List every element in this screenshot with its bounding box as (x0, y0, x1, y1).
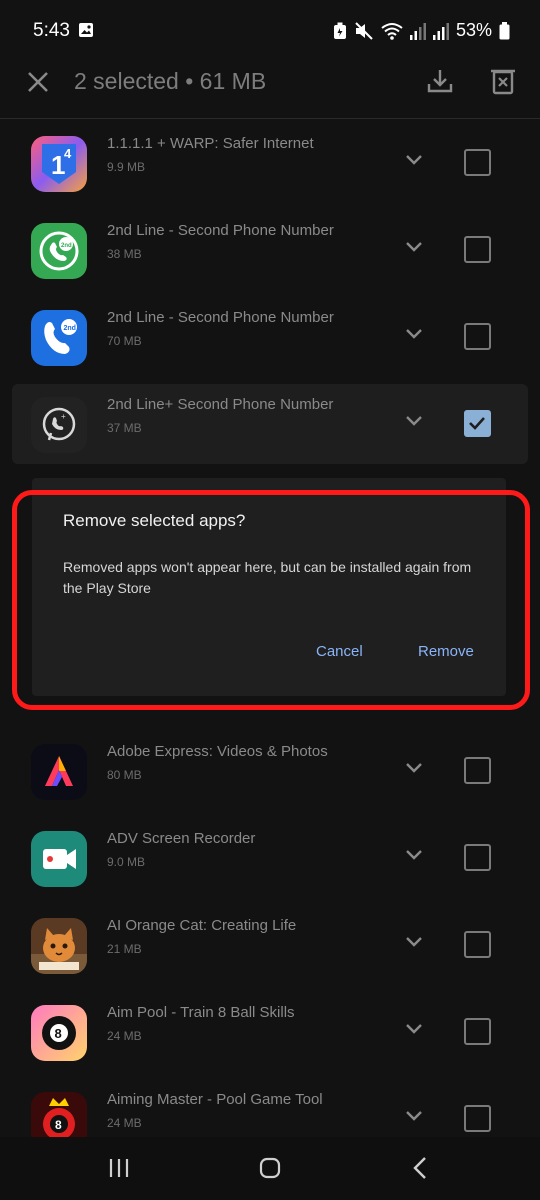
system-navigation-bar (0, 1137, 540, 1200)
eight-ball-app-icon: 8 (31, 1005, 87, 1061)
chevron-down-icon[interactable] (404, 327, 424, 341)
list-item[interactable]: AI Orange Cat: Creating Life 21 MB (12, 905, 528, 985)
list-item[interactable]: ADV Screen Recorder 9.0 MB (12, 818, 528, 898)
app-name: Aiming Master - Pool Game Tool (107, 1091, 323, 1108)
app-name: Adobe Express: Videos & Photos (107, 743, 328, 760)
app-name: AI Orange Cat: Creating Life (107, 917, 297, 934)
select-checkbox[interactable] (464, 323, 491, 350)
recents-icon[interactable] (108, 1157, 130, 1179)
svg-text:2nd: 2nd (64, 325, 76, 332)
app-name: 1.1.1.1 + WARP: Safer Internet (107, 135, 314, 152)
select-checkbox[interactable] (464, 149, 491, 176)
battery-percentage: 53% (455, 20, 492, 40)
select-checkbox[interactable] (464, 931, 491, 958)
second-line-plus-app-icon: + (31, 397, 87, 453)
signal-icon (409, 22, 426, 40)
svg-text:+: + (61, 412, 66, 421)
app-bar-divider (0, 118, 540, 119)
adobe-express-app-icon (31, 744, 87, 800)
app-size: 9.0 MB (107, 855, 146, 869)
app-name: 2nd Line+ Second Phone Number (107, 396, 334, 413)
battery-icon (499, 21, 510, 39)
mute-icon (355, 21, 373, 40)
list-item[interactable]: 8 Aim Pool - Train 8 Ball Skills 24 MB (12, 992, 528, 1072)
chevron-down-icon[interactable] (404, 414, 424, 428)
chevron-down-icon[interactable] (404, 153, 424, 167)
app-size: 9.9 MB (107, 160, 146, 174)
second-line-app-icon: 2nd (31, 310, 87, 366)
app-name: 2nd Line - Second Phone Number (107, 222, 334, 239)
wifi-icon (381, 22, 403, 40)
app-name: 2nd Line - Second Phone Number (107, 309, 334, 326)
select-checkbox[interactable] (464, 757, 491, 784)
select-checkbox-checked[interactable] (464, 410, 491, 437)
image-icon (79, 23, 93, 37)
app-size: 70 MB (107, 334, 142, 348)
select-checkbox[interactable] (464, 236, 491, 263)
app-size: 80 MB (107, 768, 142, 782)
screen-recorder-app-icon (31, 831, 87, 887)
svg-text:8: 8 (55, 1118, 62, 1132)
close-icon[interactable] (24, 68, 52, 96)
delete-icon[interactable] (490, 67, 516, 95)
select-checkbox[interactable] (464, 844, 491, 871)
warp-app-icon: 1 4 (31, 136, 87, 192)
app-name: Aim Pool - Train 8 Ball Skills (107, 1004, 295, 1021)
home-icon[interactable] (259, 1157, 281, 1179)
svg-text:2nd: 2nd (61, 243, 72, 249)
orange-cat-app-icon (31, 918, 87, 974)
highlight-annotation-frame (12, 490, 530, 710)
list-item[interactable]: 2nd 2nd Line - Second Phone Number 70 MB (12, 297, 528, 377)
battery-saver-icon (333, 22, 346, 39)
status-time: 5:43 (33, 20, 70, 41)
app-size: 37 MB (107, 421, 142, 435)
status-indicators: 53% (333, 20, 510, 41)
app-size: 38 MB (107, 247, 142, 261)
chevron-down-icon[interactable] (404, 1022, 424, 1036)
selection-app-bar: 2 selected • 61 MB (0, 56, 540, 118)
select-checkbox[interactable] (464, 1018, 491, 1045)
svg-text:4: 4 (64, 146, 72, 161)
chevron-down-icon[interactable] (404, 848, 424, 862)
app-size: 21 MB (107, 942, 142, 956)
app-size: 24 MB (107, 1116, 142, 1130)
chevron-down-icon[interactable] (404, 935, 424, 949)
svg-text:8: 8 (55, 1026, 62, 1041)
list-item[interactable]: 2nd 2nd Line - Second Phone Number 38 MB (12, 210, 528, 290)
chevron-down-icon[interactable] (404, 240, 424, 254)
chevron-down-icon[interactable] (404, 1109, 424, 1123)
chevron-down-icon[interactable] (404, 761, 424, 775)
list-item[interactable]: + 2nd Line+ Second Phone Number 37 MB (12, 384, 528, 464)
check-icon (469, 417, 485, 430)
signal-icon (432, 22, 449, 40)
download-icon[interactable] (427, 68, 453, 94)
selection-summary: 2 selected • 61 MB (74, 68, 267, 94)
second-line-app-icon: 2nd (31, 223, 87, 279)
back-icon[interactable] (412, 1156, 428, 1180)
list-item[interactable]: 1 4 1.1.1.1 + WARP: Safer Internet 9.9 M… (12, 123, 528, 203)
list-item[interactable]: Adobe Express: Videos & Photos 80 MB (12, 731, 528, 811)
app-name: ADV Screen Recorder (107, 830, 256, 847)
app-size: 24 MB (107, 1029, 142, 1043)
select-checkbox[interactable] (464, 1105, 491, 1132)
status-bar: 5:43 53% (0, 0, 540, 60)
